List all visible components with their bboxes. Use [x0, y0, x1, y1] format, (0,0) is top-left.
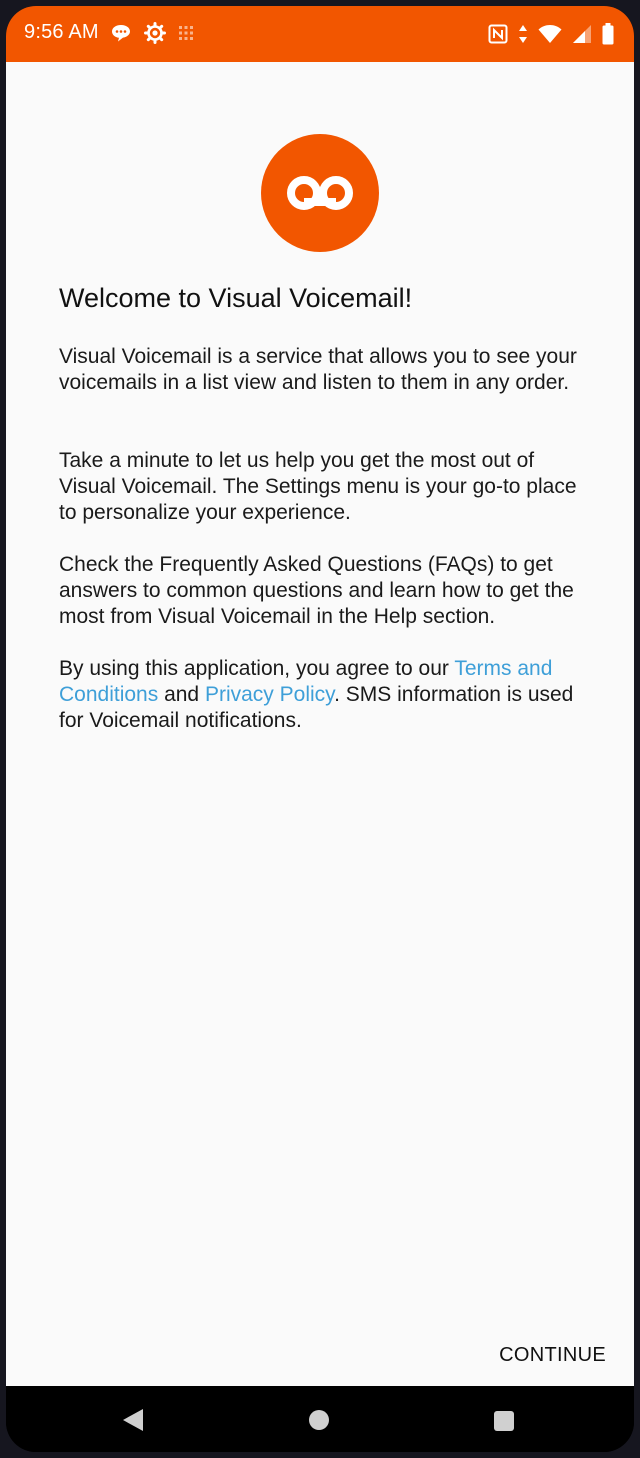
faq-paragraph: Check the Frequently Asked Questions (FA…: [59, 553, 574, 628]
signal-icon: [572, 24, 592, 49]
data-arrows-icon: [518, 24, 528, 49]
status-bar: 9:56 AM: [6, 6, 634, 62]
welcome-title: Welcome to Visual Voicemail!: [59, 283, 413, 313]
phone-screen: 9:56 AM Welcome to Visual Voicemail! Vis…: [6, 6, 634, 1452]
welcome-screen: Welcome to Visual Voicemail! Visual Voic…: [6, 62, 634, 1386]
battery-icon: [602, 23, 614, 50]
back-icon[interactable]: [122, 1408, 144, 1437]
settings-paragraph: Take a minute to let us help you get the…: [59, 449, 577, 524]
chat-icon: [110, 23, 132, 48]
privacy-policy-link[interactable]: Privacy Policy: [205, 683, 334, 706]
terms-paragraph: By using this application, you agree to …: [59, 656, 589, 734]
nfc-icon: [488, 24, 508, 49]
status-time: 9:56 AM: [24, 21, 99, 43]
continue-button[interactable]: CONTINUE: [499, 1338, 606, 1373]
wifi-icon: [538, 24, 562, 49]
terms-text-before: By using this application, you agree to …: [59, 657, 455, 680]
recents-icon[interactable]: [494, 1411, 514, 1431]
voicemail-icon: [287, 176, 353, 210]
grid-icon: [178, 25, 194, 46]
home-icon[interactable]: [309, 1410, 329, 1430]
status-right-icons: [488, 23, 614, 50]
status-left-icons: [110, 22, 194, 49]
intro-paragraph: Visual Voicemail is a service that allow…: [59, 345, 577, 394]
terms-text-middle: and: [158, 683, 205, 706]
app-logo: [261, 134, 379, 252]
navigation-bar: [6, 1386, 634, 1452]
gear-icon: [144, 22, 166, 49]
